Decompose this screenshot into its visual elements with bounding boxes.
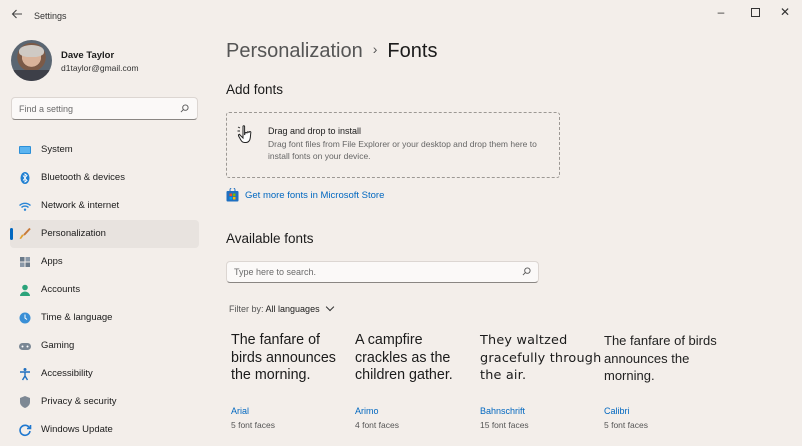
font-sample-text: They waltzed gracefully through the air. — [480, 333, 602, 383]
sidebar-item-accounts[interactable]: Accounts — [10, 276, 199, 304]
sidebar-item-label: Time & language — [41, 312, 113, 323]
sidebar-item-personalization[interactable]: Personalization — [10, 220, 199, 248]
sidebar-nav: System Bluetooth & devices Network & int… — [10, 136, 199, 444]
sidebar-item-apps[interactable]: Apps — [10, 248, 199, 276]
font-search-input[interactable]: Type here to search. — [226, 261, 539, 283]
font-search-placeholder: Type here to search. — [234, 267, 317, 277]
sidebar-item-label: Bluetooth & devices — [41, 172, 125, 183]
font-name-link[interactable]: Calibri — [604, 406, 630, 416]
back-arrow-icon — [11, 9, 22, 19]
shield-icon — [20, 396, 30, 408]
sidebar-item-time-language[interactable]: Time & language — [10, 304, 199, 332]
globe-clock-icon — [19, 312, 31, 324]
minimize-button[interactable]: – — [706, 2, 736, 22]
sidebar-item-windows-update[interactable]: Windows Update — [10, 416, 199, 444]
close-button[interactable]: ✕ — [770, 2, 800, 22]
font-sample-text: The fanfare of birds announces the morni… — [604, 333, 717, 383]
font-faces-count: 5 font faces — [231, 420, 275, 430]
font-faces-count: 15 font faces — [480, 420, 529, 430]
maximize-button[interactable] — [740, 2, 770, 22]
font-name-link[interactable]: Arimo — [355, 406, 379, 416]
sidebar-item-label: Privacy & security — [41, 396, 117, 407]
store-link-label[interactable]: Get more fonts in Microsoft Store — [245, 190, 384, 201]
bluetooth-icon — [20, 172, 30, 184]
gamepad-icon — [19, 343, 31, 350]
font-card-arimo[interactable]: A campfire crackles as the children gath… — [355, 332, 477, 430]
available-fonts-heading: Available fonts — [226, 231, 314, 246]
sidebar-item-privacy-security[interactable]: Privacy & security — [10, 388, 199, 416]
minimize-icon: – — [717, 5, 725, 19]
font-name-link[interactable]: Arial — [231, 406, 249, 416]
sidebar-item-network[interactable]: Network & internet — [10, 192, 199, 220]
user-email: d1taylor@gmail.com — [61, 63, 139, 73]
font-card-arial[interactable]: The fanfare of birds announces the morni… — [231, 332, 353, 430]
filter-value: All languages — [265, 304, 320, 314]
monitor-icon — [19, 146, 31, 154]
sidebar-item-bluetooth[interactable]: Bluetooth & devices — [10, 164, 199, 192]
accessibility-icon — [20, 368, 30, 381]
sidebar-item-label: Windows Update — [41, 424, 113, 435]
search-icon[interactable] — [180, 104, 189, 113]
font-name-link[interactable]: Bahnschrift — [480, 406, 525, 416]
font-card-calibri[interactable]: The fanfare of birds announces the morni… — [604, 332, 726, 430]
paintbrush-icon — [19, 227, 31, 239]
find-setting-placeholder: Find a setting — [19, 104, 74, 114]
font-faces-count: 4 font faces — [355, 420, 399, 430]
apps-icon — [20, 257, 30, 267]
add-fonts-heading: Add fonts — [226, 82, 284, 97]
app-title: Settings — [34, 11, 67, 21]
font-drop-zone[interactable]: Drag and drop to install Drag font files… — [226, 112, 560, 178]
sidebar-item-label: Accounts — [41, 284, 81, 295]
sidebar-item-label: Gaming — [41, 340, 75, 351]
font-sample-text: The fanfare of birds announces the morni… — [231, 332, 336, 383]
title-bar: Settings – ✕ — [0, 0, 802, 32]
avatar[interactable] — [11, 40, 52, 81]
back-button[interactable] — [8, 7, 26, 25]
sidebar-item-accessibility[interactable]: Accessibility — [10, 360, 199, 388]
sidebar-item-gaming[interactable]: Gaming — [10, 332, 199, 360]
breadcrumb: Personalization › Fonts — [226, 40, 437, 63]
maximize-icon — [750, 8, 760, 18]
sidebar-item-label: Personalization — [41, 228, 106, 239]
wifi-icon — [19, 202, 31, 211]
user-name: Dave Taylor — [61, 50, 115, 61]
drop-zone-description: Drag font files from File Explorer or yo… — [268, 139, 537, 161]
font-card-bahnschrift[interactable]: They waltzed gracefully through the air.… — [480, 332, 602, 430]
chevron-down-icon — [325, 302, 335, 312]
drop-zone-title: Drag and drop to install — [268, 126, 362, 136]
store-icon — [226, 188, 239, 202]
font-sample-text: A campfire crackles as the children gath… — [355, 332, 453, 383]
filter-label: Filter by: — [229, 304, 264, 314]
update-icon — [19, 424, 32, 437]
page-title: Fonts — [387, 40, 438, 62]
sidebar-item-label: Apps — [41, 256, 63, 267]
sidebar-item-label: Network & internet — [41, 200, 120, 211]
sidebar-item-label: System — [41, 144, 73, 155]
breadcrumb-parent[interactable]: Personalization — [226, 40, 363, 62]
font-faces-count: 5 font faces — [604, 420, 648, 430]
hand-cursor-icon — [237, 125, 252, 143]
language-filter[interactable]: Filter by: All languages — [229, 302, 335, 314]
sidebar-item-system[interactable]: System — [10, 136, 199, 164]
breadcrumb-separator-icon: › — [372, 41, 378, 57]
search-icon[interactable] — [522, 267, 531, 276]
sidebar-item-label: Accessibility — [41, 368, 93, 379]
close-icon: ✕ — [779, 5, 791, 19]
find-setting-input[interactable]: Find a setting — [11, 97, 198, 120]
person-icon — [20, 284, 30, 296]
